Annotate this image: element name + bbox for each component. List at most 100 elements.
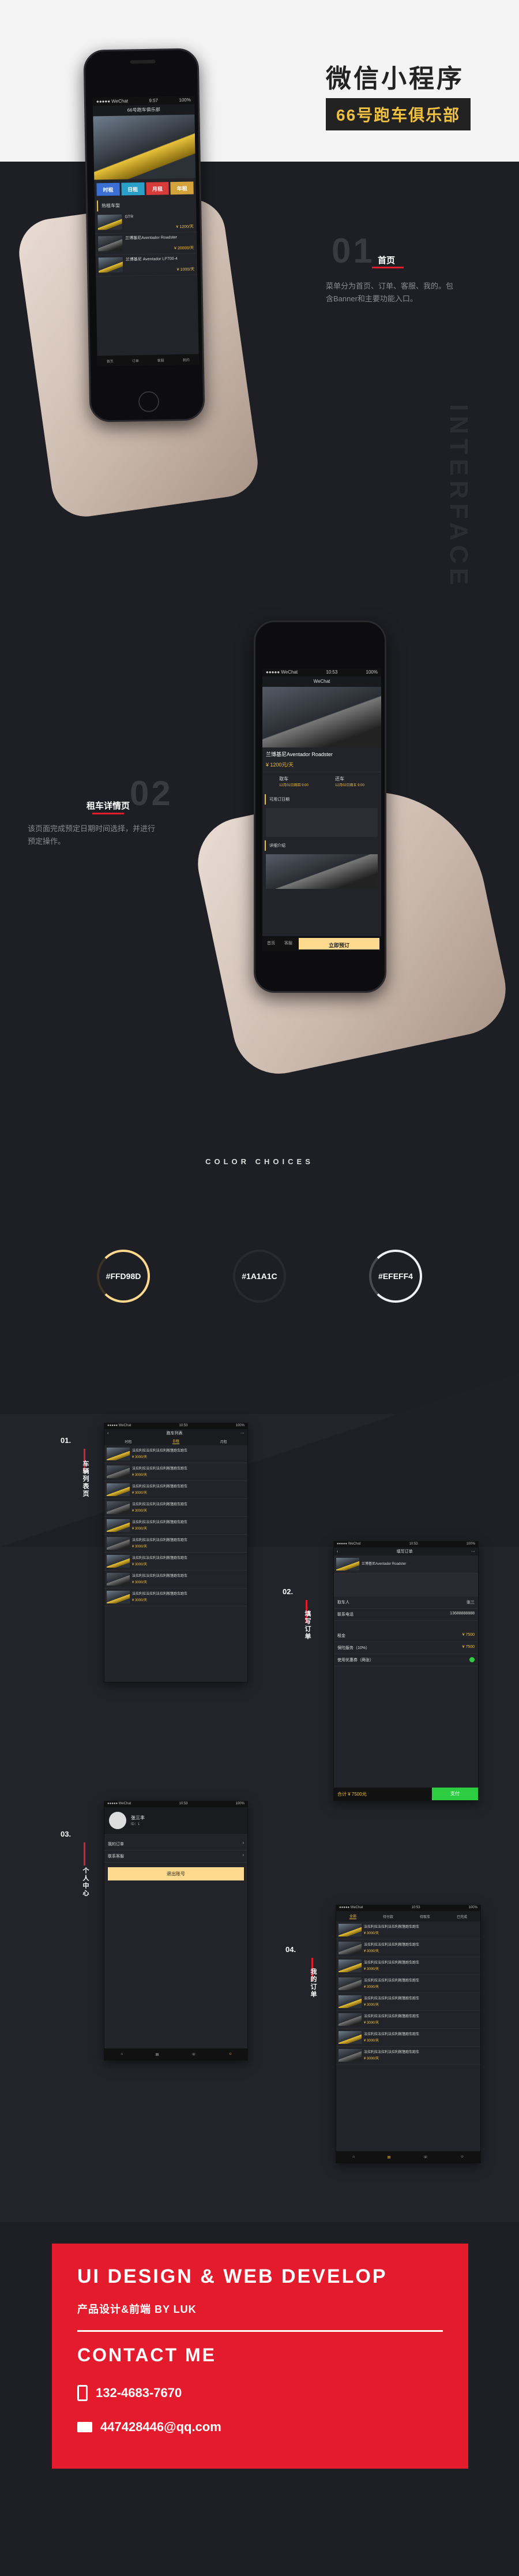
bottom-bar: 首页 客服 立即预订 — [262, 936, 381, 951]
list-item[interactable]: 法拉利拉法拉利法拉利敞篷跑车跑车 ¥ 3000/天 — [336, 2011, 480, 2029]
more-icon[interactable]: ⋯ — [240, 1431, 245, 1435]
red-marker — [84, 1842, 85, 1865]
back-icon[interactable]: ‹ — [337, 1550, 338, 1554]
menu-my-orders[interactable]: 我的订单 › — [104, 1838, 247, 1850]
car-list-item[interactable]: GTR ¥ 1200/天 — [95, 211, 197, 234]
list-item-price: ¥ 3000/天 — [132, 1509, 148, 1513]
car-thumbnail — [107, 1573, 130, 1586]
tab-unpaid[interactable]: 待付款 — [383, 1914, 393, 1919]
list-item[interactable]: 法拉利拉法拉利法拉利敞篷跑车跑车 ¥ 3000/天 — [336, 2047, 480, 2065]
list-item[interactable]: 法拉利拉法拉利法拉利敞篷跑车跑车 ¥ 3000/天 — [104, 1517, 247, 1535]
back-icon[interactable]: ‹ — [107, 1431, 108, 1435]
tab-bar: ⌂ ▤ ☏ ☺ — [104, 2048, 247, 2060]
contact-email[interactable]: 447428446@qq.com — [100, 2420, 221, 2435]
list-item-price: ¥ 3000/天 — [364, 1986, 379, 1989]
user-id: ID：1 — [131, 1823, 140, 1826]
list-item-title: 法拉利拉法拉利法拉利敞篷跑车跑车 — [364, 1997, 420, 2001]
contact-subheading: 产品设计&前端 BY LUK — [77, 2304, 197, 2315]
tab-home[interactable]: 首页 — [262, 936, 280, 951]
car-thumbnail — [339, 1977, 362, 1990]
banner-image[interactable] — [93, 114, 196, 180]
tab-service-icon[interactable]: ☏ — [423, 2155, 428, 2159]
list-item[interactable]: 法拉利拉法拉利法拉利敞篷跑车跑车 ¥ 3000/天 — [104, 1463, 247, 1481]
tab-service[interactable]: 客服 — [280, 936, 297, 951]
tab-all[interactable]: 全部 — [349, 1913, 356, 1919]
car-thumbnail — [107, 1555, 130, 1568]
car-thumbnail — [97, 214, 122, 230]
tab-to-pickup[interactable]: 待取车 — [420, 1914, 430, 1919]
tab-orders-icon[interactable]: ▤ — [388, 2155, 391, 2159]
list-item-price: ¥ 3000/天 — [364, 2039, 379, 2043]
tab-mine-icon[interactable]: ☺ — [228, 2052, 232, 2056]
tab-service[interactable]: 客服 — [157, 357, 164, 362]
tile-daily[interactable]: 日租 — [121, 182, 145, 196]
nav-title: WeChat — [262, 676, 381, 687]
coupon-toggle[interactable] — [469, 1657, 475, 1662]
tile-hourly[interactable]: 时租 — [96, 182, 120, 196]
list-item[interactable]: 法拉利拉法拉利法拉利敞篷跑车跑车 ¥ 3000/天 — [336, 2029, 480, 2047]
tab-monthly[interactable]: 月租 — [220, 1439, 227, 1444]
car-thumbnail — [98, 257, 123, 273]
list-item-price: ¥ 3000/天 — [132, 1491, 148, 1495]
list-item-price: ¥ 3000/天 — [132, 1456, 148, 1459]
tab-service-icon[interactable]: ☏ — [191, 2052, 196, 2057]
tile-yearly[interactable]: 年租 — [170, 181, 194, 195]
menu-contact-service[interactable]: 联系客服 › — [104, 1850, 247, 1863]
list-item[interactable]: 法拉利拉法拉利法拉利敞篷跑车跑车 ¥ 3000/天 — [336, 1975, 480, 1993]
detail-screen: ●●●●● WeChat 10:53 100% WeChat 兰博基尼Aventad… — [262, 668, 381, 951]
tab-mine-icon[interactable]: ☺ — [460, 2155, 464, 2159]
order-list: 法拉利拉法拉利法拉利敞篷跑车跑车 ¥ 3000/天 法拉利拉法拉利法拉利敞篷跑车跑车… — [336, 1921, 480, 2065]
list-item[interactable]: 法拉利拉法拉利法拉利敞篷跑车跑车 ¥ 3000/天 — [336, 1921, 480, 1939]
book-now-button[interactable]: 立即预订 — [299, 938, 379, 949]
tab-orders-icon[interactable]: ▤ — [156, 2052, 159, 2057]
more-icon[interactable]: ⋯ — [471, 1549, 475, 1554]
list-item[interactable]: 法拉利拉法拉利法拉利敞篷跑车跑车 ¥ 3000/天 — [104, 1571, 247, 1588]
color-choices-title: COLOR CHOICES — [205, 1157, 314, 1166]
tab-mine[interactable]: 我的 — [183, 357, 190, 362]
car-list-item[interactable]: 兰博基尼Aventador Roadster ¥ 20000/天 — [95, 232, 197, 256]
tab-daily[interactable]: 日租 — [172, 1438, 179, 1444]
contact-phone-row: 132-4683-7670 — [77, 2385, 182, 2401]
tab-orders[interactable]: 订单 — [132, 358, 139, 363]
order-car: 兰博基尼Aventador Roadster — [334, 1556, 478, 1573]
list-item-title: 法拉利拉法拉利法拉利敞篷跑车跑车 — [132, 1449, 188, 1453]
list-item[interactable]: 法拉利拉法拉利法拉利敞篷跑车跑车 ¥ 3000/天 — [336, 1939, 480, 1957]
section-description: 菜单分为首页、订单、客服、我的。包 含Banner和主要功能入口。 — [326, 282, 454, 303]
section-label: 首页 — [378, 256, 396, 266]
pay-button[interactable]: 支付 — [432, 1788, 478, 1800]
list-item-title: 法拉利拉法拉利法拉利敞篷跑车跑车 — [132, 1575, 188, 1578]
pickup-return[interactable]: 取车 12月01日周四 9:00 还车 12月02日周五 9:00 — [262, 772, 381, 791]
list-item[interactable]: 法拉利拉法拉利法拉利敞篷跑车跑车 ¥ 3000/天 — [104, 1481, 247, 1499]
color-swatch-gold: #FFD98D — [97, 1250, 150, 1303]
list-item[interactable]: 法拉利拉法拉利法拉利敞篷跑车跑车 ¥ 3000/天 — [104, 1553, 247, 1571]
tile-monthly[interactable]: 月租 — [145, 182, 170, 195]
section-number: 02 — [130, 774, 173, 813]
list-item[interactable]: 法拉利拉法拉利法拉利敞篷跑车跑车 ¥ 3000/天 — [336, 1957, 480, 1975]
contact-phone[interactable]: 132-4683-7670 — [96, 2386, 182, 2401]
order-total: 合计 ¥ 7500元 — [337, 1791, 367, 1797]
list-item[interactable]: 法拉利拉法拉利法拉利敞篷跑车跑车 ¥ 3000/天 — [336, 1993, 480, 2011]
car-list-item[interactable]: 兰博基尼 Aventador LP700-4 ¥ 1000/天 — [95, 253, 198, 277]
list-item[interactable]: 法拉利拉法拉利法拉利敞篷跑车跑车 ¥ 3000/天 — [104, 1499, 247, 1517]
logout-button[interactable]: 退出账号 — [108, 1867, 244, 1880]
contact-email-row: 447428446@qq.com — [77, 2420, 221, 2435]
chevron-right-icon: › — [242, 1841, 244, 1845]
field-coupon[interactable]: 使用优惠券（两张） — [334, 1654, 478, 1666]
profile-screen: ●●●●● WeChat 10:53 100% 张三丰 ID：1 我的订单 › 联系客服… — [104, 1801, 248, 2061]
tab-home[interactable]: 首页 — [107, 358, 114, 363]
field-rent: 租金 ¥ 7500 — [334, 1630, 478, 1642]
list-item[interactable]: 法拉利拉法拉利法拉利敞篷跑车跑车 ¥ 3000/天 — [104, 1535, 247, 1553]
tab-home-icon[interactable]: ⌂ — [121, 2052, 123, 2056]
tab-hourly[interactable]: 时租 — [125, 1439, 131, 1444]
tab-home-icon[interactable]: ⌂ — [352, 2155, 355, 2159]
field-renter[interactable]: 取车人 张三 — [334, 1597, 478, 1609]
car-name: 兰博基尼Aventador Roadster — [266, 752, 333, 757]
nav-bar: ‹ 填写订单 ⋯ — [334, 1547, 478, 1556]
field-phone[interactable]: 联系电话 13688888888 — [334, 1609, 478, 1621]
status-bar: ●●●●● WeChat 10:53 100% — [262, 668, 381, 676]
tab-completed[interactable]: 已完成 — [457, 1914, 467, 1919]
home-button — [138, 391, 160, 413]
list-item[interactable]: 法拉利拉法拉利法拉利敞篷跑车跑车 ¥ 3000/天 — [104, 1588, 247, 1606]
list-item[interactable]: 法拉利拉法拉利法拉利敞篷跑车跑车 ¥ 3000/天 — [104, 1445, 247, 1463]
date-strip[interactable] — [266, 808, 378, 837]
